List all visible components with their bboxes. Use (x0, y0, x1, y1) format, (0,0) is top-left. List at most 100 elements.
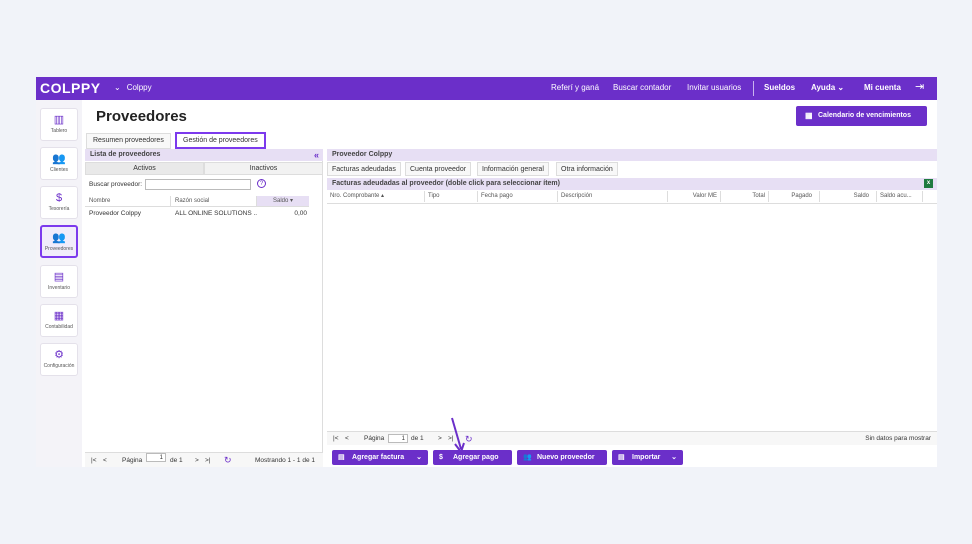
chevron-down-icon: ⌄ (114, 83, 121, 92)
sidebar-item-tablero[interactable]: ▥ Tablero (40, 108, 78, 141)
people-icon: 👥 (52, 232, 66, 244)
chevron-down-icon[interactable]: ⌄ (416, 450, 422, 465)
import-label: Importar (632, 454, 661, 461)
document-icon: ▦ (53, 310, 65, 322)
help-icon[interactable]: ? (257, 179, 266, 188)
column-header-razon-social[interactable]: Razón social (171, 196, 257, 207)
panel-header: Proveedor Colppy (327, 149, 937, 161)
sidebar-item-label: Clientes (49, 167, 69, 173)
search-input[interactable] (145, 179, 251, 190)
page-of-label: de 1 (411, 435, 424, 442)
page-label: Página (122, 457, 143, 464)
pager-status: Sin datos para mostrar (865, 435, 931, 442)
chevron-down-icon: ⌄ (837, 83, 845, 92)
column-header-valor-me[interactable]: Valor ME (668, 191, 721, 202)
sidebar-item-clientes[interactable]: 👥 Clientes (40, 147, 78, 180)
tab-activos[interactable]: Activos (85, 162, 204, 175)
app-window: COLPPY ⌄ Colppy Referí y ganá Buscar cont… (36, 77, 937, 467)
sidebar-item-label: Proveedores (44, 246, 74, 252)
calendar-button[interactable]: ▦ Calendario de vencimientos (796, 106, 927, 126)
sidebar-item-label: Tesorería (48, 206, 70, 212)
search-label: Buscar proveedor: (89, 181, 143, 188)
column-header-total[interactable]: Total (721, 191, 769, 202)
invite-users-link[interactable]: Invitar usuarios (687, 83, 741, 92)
colppy-logo[interactable]: COLPPY (40, 80, 101, 96)
page-input[interactable]: 1 (388, 434, 408, 443)
prev-page-icon[interactable]: < (345, 432, 349, 446)
page-label: Página (364, 435, 385, 442)
invoices-grid[interactable] (327, 203, 937, 430)
tab-inactivos[interactable]: Inactivos (204, 162, 323, 175)
sidebar-item-label: Contabilidad (45, 324, 73, 330)
column-header-descripcion[interactable]: Descripción (558, 191, 668, 202)
collapse-icon[interactable]: « (314, 149, 319, 161)
sueldos-link[interactable]: Sueldos (764, 83, 795, 92)
first-page-icon[interactable]: |< (91, 453, 96, 467)
sidebar: ▥ Tablero 👥 Clientes $ Tesorería 👥 Prove… (36, 100, 82, 467)
import-button[interactable]: ▤ Importar ⌄ (612, 450, 683, 465)
tab-informacion-general[interactable]: Información general (477, 162, 549, 176)
supplier-detail-panel: Proveedor Colppy Facturas adeudadas Cuen… (327, 149, 937, 467)
add-payment-button[interactable]: $ Agregar pago (433, 450, 512, 465)
sidebar-item-label: Configuración (43, 363, 75, 369)
column-header-tipo[interactable]: Tipo (425, 191, 478, 202)
cell-razon-social: ALL ONLINE SOLUTIONS ... (175, 210, 257, 217)
prev-page-icon[interactable]: < (103, 453, 107, 467)
right-pager: |< < Página 1 de 1 > >| ↻ Sin datos para… (327, 431, 937, 445)
help-menu[interactable]: Ayuda ⌄ (811, 83, 844, 92)
refresh-icon[interactable]: ↻ (224, 453, 232, 467)
next-page-icon[interactable]: > (195, 453, 199, 467)
sidebar-item-proveedores[interactable]: 👥 Proveedores (40, 225, 78, 258)
my-account-link[interactable]: Mi cuenta (864, 83, 901, 92)
first-page-icon[interactable]: |< (333, 432, 338, 446)
page-input[interactable]: 1 (146, 453, 166, 462)
column-header-saldo[interactable]: Saldo ▾ (257, 196, 309, 207)
tab-cuenta-proveedor[interactable]: Cuenta proveedor (405, 162, 472, 176)
column-header-saldo[interactable]: Saldo (820, 191, 877, 202)
help-menu-label: Ayuda (811, 83, 836, 92)
page-title: Proveedores (96, 108, 187, 125)
column-header-fecha-pago[interactable]: Fecha pago (478, 191, 558, 202)
calendar-icon: ▦ (805, 111, 813, 120)
tab-resumen-proveedores[interactable]: Resumen proveedores (86, 133, 171, 149)
chevron-down-icon[interactable]: ⌄ (671, 450, 677, 465)
sidebar-item-configuracion[interactable]: ⚙ Configuración (40, 343, 78, 376)
logout-icon[interactable]: ⇥ (915, 80, 924, 93)
excel-export-icon[interactable]: x (924, 179, 933, 188)
column-header-nro-comprobante[interactable]: Nro. Comprobante ▴ (327, 191, 425, 202)
tab-gestion-proveedores[interactable]: Gestión de proveedores (175, 132, 266, 149)
last-page-icon[interactable]: >| (205, 453, 210, 467)
pointer-arrow-icon (451, 417, 465, 455)
invoice-icon: ▤ (338, 454, 345, 461)
invoices-subheader-text: Facturas adeudadas al proveedor (doble c… (332, 180, 560, 187)
sidebar-item-label: Tablero (50, 128, 68, 134)
gear-icon: ⚙ (54, 349, 64, 361)
column-header-pagado[interactable]: Pagado (769, 191, 820, 202)
column-header-saldo-acumulado[interactable]: Saldo acu... (877, 191, 923, 202)
dollar-icon: $ (439, 454, 443, 461)
dollar-icon: $ (55, 192, 63, 204)
sidebar-item-tesoreria[interactable]: $ Tesorería (40, 186, 78, 219)
column-header-nombre[interactable]: Nombre (85, 196, 171, 207)
tab-facturas-adeudadas[interactable]: Facturas adeudadas (327, 162, 401, 176)
add-invoice-button[interactable]: ▤ Agregar factura ⌄ (332, 450, 428, 465)
panel-title: Lista de proveedores (90, 151, 161, 158)
next-page-icon[interactable]: > (438, 432, 442, 446)
sidebar-item-contabilidad[interactable]: ▦ Contabilidad (40, 304, 78, 337)
refer-link[interactable]: Referí y ganá (551, 83, 599, 92)
add-invoice-label: Agregar factura (352, 454, 405, 461)
people-icon: 👥 (523, 454, 532, 461)
cell-saldo: 0,00 (294, 210, 307, 217)
new-supplier-button[interactable]: 👥 Nuevo proveedor (517, 450, 607, 465)
bar-chart-icon: ▥ (53, 114, 65, 126)
invoices-subheader: Facturas adeudadas al proveedor (doble c… (327, 178, 937, 190)
find-accountant-link[interactable]: Buscar contador (613, 83, 671, 92)
left-pager: |< < Página 1 de 1 > >| ↻ Mostrando 1 - … (85, 452, 323, 467)
top-bar: COLPPY ⌄ Colppy Referí y ganá Buscar cont… (36, 77, 937, 100)
import-icon: ▤ (618, 454, 625, 461)
company-name: Colppy (126, 83, 152, 92)
topbar-divider (753, 81, 754, 96)
tab-otra-informacion[interactable]: Otra información (556, 162, 618, 176)
sidebar-item-inventario[interactable]: ▤ Inventario (40, 265, 78, 298)
company-selector[interactable]: ⌄ Colppy (114, 83, 152, 92)
